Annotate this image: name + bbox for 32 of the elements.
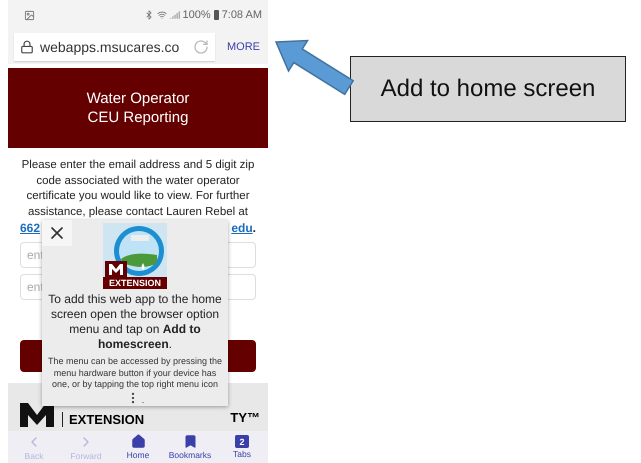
bookmark-icon <box>182 434 198 449</box>
period-text: . <box>142 394 144 404</box>
popup-message: To add this web app to the home screen open the browser option menu and tap on Add to homescreen. <box>47 292 223 352</box>
extension-badge: EXTENSION <box>102 277 167 289</box>
app-logo-drawing <box>103 223 167 279</box>
instructions-text: Please enter the email address and 5 digit zip code associated with the water operator certificate you would like to view. For further assistance, please contact Lauren Rebel at <box>20 158 256 220</box>
url-field[interactable]: webapps.msucares.co <box>14 33 215 61</box>
signal-icon <box>170 10 180 20</box>
bluetooth-icon <box>144 10 154 20</box>
brand-text: EXTENSION <box>62 412 144 427</box>
close-button[interactable] <box>42 220 72 246</box>
clock-time: 7:08 AM <box>222 9 262 21</box>
screenshot-icon <box>24 10 35 20</box>
tabs-count: 2 <box>235 435 249 448</box>
battery-icon <box>214 10 219 20</box>
logo-icon <box>18 401 56 427</box>
more-menu-button[interactable]: MORE <box>223 41 264 53</box>
home-icon <box>130 434 146 449</box>
lock-icon <box>20 40 34 54</box>
nav-button[interactable]: Home <box>112 431 164 463</box>
wifi-icon <box>156 10 166 20</box>
callout-label: Add to home screen <box>350 56 626 122</box>
battery-percent: 100% <box>182 9 211 21</box>
page-title: CEU Reporting <box>88 108 188 127</box>
phone-link[interactable]: 662 <box>20 220 40 236</box>
nav-button[interactable]: Bookmarks <box>164 431 216 463</box>
university-text: TY™ <box>230 410 260 425</box>
email-link[interactable]: edu <box>231 220 253 236</box>
popup-note: The menu can be accessed by pressing the menu hardware button if your device has one, or by tapping the top right menu icon <box>46 356 224 390</box>
nav-button[interactable]: 2 Tabs <box>216 431 268 463</box>
page-title: Water Operator <box>86 89 190 108</box>
period-text: . <box>252 220 256 236</box>
